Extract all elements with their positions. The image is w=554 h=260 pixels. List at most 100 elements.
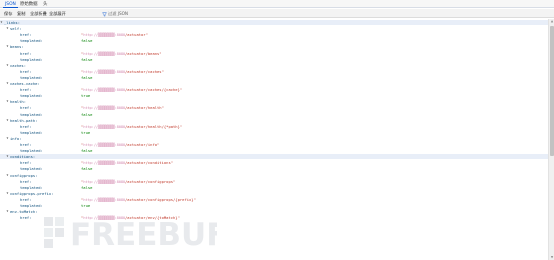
triangle-down-icon[interactable]: ▼ bbox=[7, 81, 9, 86]
json-bool-value: false bbox=[81, 38, 93, 44]
json-row: href: "http://▒▒▒▒▒▒▒▒:8080/actuator/cach… bbox=[0, 87, 548, 92]
json-key: templated: bbox=[20, 203, 43, 208]
url-path: /actuator/configprops/{prefix}" bbox=[125, 196, 196, 202]
filter-placeholder: 过滤 JSON bbox=[108, 11, 129, 16]
json-row: templated: false bbox=[0, 75, 548, 80]
json-row: templated: false bbox=[0, 57, 548, 62]
json-row[interactable]: ▼ caches-cache: bbox=[0, 81, 548, 86]
url-path: /actuator/caches/{cache}" bbox=[125, 87, 183, 93]
json-key: templated: bbox=[20, 129, 43, 135]
json-bool-value: false bbox=[81, 166, 93, 172]
triangle-down-icon[interactable]: ▼ bbox=[7, 63, 9, 68]
json-bool-value: true bbox=[81, 129, 91, 135]
json-row: href: "http://▒▒▒▒▒▒▒▒:8080/actuator" bbox=[0, 32, 548, 37]
json-key: caches: bbox=[10, 62, 27, 68]
json-bool-value: false bbox=[81, 111, 93, 117]
json-row[interactable]: ▼ caches: bbox=[0, 63, 548, 68]
json-row[interactable]: ▼ configprops-prefix: bbox=[0, 191, 548, 196]
json-key: href: bbox=[20, 215, 32, 221]
scroll-up-arrow-icon[interactable]: ▲ bbox=[549, 19, 554, 24]
json-row[interactable]: ▼ health: bbox=[0, 99, 548, 104]
json-row[interactable]: ▼ info: bbox=[0, 136, 548, 141]
json-key: info: bbox=[10, 135, 22, 141]
json-row[interactable]: ▼ conditions: bbox=[0, 154, 548, 160]
save-button[interactable]: 保存 bbox=[4, 11, 12, 17]
redacted-host: http://▒▒▒▒▒▒▒▒:8080 bbox=[83, 87, 126, 93]
redacted-host: http://▒▒▒▒▒▒▒▒:8080 bbox=[83, 32, 126, 38]
json-row[interactable]: ▼ env-toMatch: bbox=[0, 209, 548, 214]
filter-json-input[interactable]: 过滤 JSON bbox=[102, 11, 128, 17]
json-row[interactable]: ▼ configprops: bbox=[0, 173, 548, 178]
json-key: templated: bbox=[20, 111, 43, 117]
triangle-down-icon[interactable]: ▼ bbox=[1, 20, 3, 25]
triangle-down-icon[interactable]: ▼ bbox=[7, 136, 9, 141]
json-row: templated: false bbox=[0, 38, 548, 43]
json-row[interactable]: ▼ self: bbox=[0, 26, 548, 31]
json-string-value: "http://▒▒▒▒▒▒▒▒:8080/actuator/health" bbox=[81, 105, 164, 110]
vertical-scrollbar[interactable]: ▲ ▼ bbox=[548, 19, 554, 260]
json-key: href: bbox=[20, 178, 32, 184]
json-row[interactable]: ▼ health-path: bbox=[0, 118, 548, 123]
redacted-host: http://▒▒▒▒▒▒▒▒:8080 bbox=[83, 215, 126, 221]
json-key: configprops-prefix: bbox=[10, 190, 54, 196]
tab-raw-data[interactable]: 原始数据 bbox=[18, 1, 40, 8]
tab-headers[interactable]: 头 bbox=[41, 1, 49, 8]
triangle-down-icon[interactable]: ▼ bbox=[7, 154, 9, 159]
triangle-down-icon[interactable]: ▼ bbox=[7, 118, 9, 123]
url-path: /actuator/configprops" bbox=[125, 178, 176, 184]
url-path: /actuator/caches" bbox=[125, 68, 164, 74]
json-string-value: "http://▒▒▒▒▒▒▒▒:8080/actuator/caches" bbox=[81, 69, 164, 74]
redacted-host: http://▒▒▒▒▒▒▒▒:8080 bbox=[83, 178, 126, 184]
json-key: self: bbox=[10, 26, 22, 32]
json-row[interactable]: ▼ _links: bbox=[0, 20, 548, 25]
json-row: templated: false bbox=[0, 112, 548, 117]
json-string-value: "http://▒▒▒▒▒▒▒▒:8080/actuator/env/{toMa… bbox=[81, 215, 180, 220]
triangle-down-icon[interactable]: ▼ bbox=[7, 173, 9, 178]
redacted-host: http://▒▒▒▒▒▒▒▒:8080 bbox=[83, 68, 126, 74]
json-row[interactable]: ▼ beans: bbox=[0, 44, 548, 49]
viewer-tab-bar: JSON 原始数据 头 bbox=[0, 0, 554, 8]
tab-json[interactable]: JSON bbox=[3, 1, 18, 8]
json-string-value: "http://▒▒▒▒▒▒▒▒:8080/actuator/health/{*… bbox=[81, 124, 182, 129]
redacted-host: http://▒▒▒▒▒▒▒▒:8080 bbox=[83, 105, 126, 111]
redacted-host: http://▒▒▒▒▒▒▒▒:8080 bbox=[83, 50, 126, 56]
json-key: href: bbox=[20, 87, 32, 93]
json-key: templated: bbox=[20, 148, 43, 154]
json-string-value: "http://▒▒▒▒▒▒▒▒:8080/actuator/info" bbox=[81, 142, 159, 147]
json-string-value: "http://▒▒▒▒▒▒▒▒:8080/actuator" bbox=[81, 32, 148, 37]
json-bool-value: false bbox=[81, 184, 93, 190]
url-path: /actuator/health/{*path}" bbox=[125, 123, 183, 129]
json-key: beans: bbox=[10, 44, 24, 50]
json-row: href: "http://▒▒▒▒▒▒▒▒:8080/actuator/heal… bbox=[0, 105, 548, 110]
json-string-value: "http://▒▒▒▒▒▒▒▒:8080/actuator/beans" bbox=[81, 51, 162, 56]
json-key: templated: bbox=[20, 184, 43, 190]
json-key: caches-cache: bbox=[10, 81, 40, 86]
json-tree-viewer: ▼ _links: ▼ self: href: "http://▒▒▒▒▒▒▒▒:8080… bbox=[0, 19, 548, 260]
json-bool-value: false bbox=[81, 148, 93, 154]
json-key: href: bbox=[20, 68, 32, 74]
triangle-down-icon[interactable]: ▼ bbox=[7, 191, 9, 196]
json-string-value: "http://▒▒▒▒▒▒▒▒:8080/actuator/condition… bbox=[81, 160, 173, 165]
triangle-down-icon[interactable]: ▼ bbox=[7, 99, 9, 104]
triangle-down-icon[interactable]: ▼ bbox=[7, 26, 9, 31]
collapse-all-button[interactable]: 全部折叠 bbox=[30, 11, 47, 17]
copy-button[interactable]: 复制 bbox=[17, 11, 25, 17]
json-key: configprops: bbox=[10, 172, 38, 178]
json-key: health-path: bbox=[10, 117, 38, 123]
scroll-down-arrow-icon[interactable]: ▼ bbox=[549, 255, 554, 260]
json-key: href: bbox=[20, 105, 32, 111]
redacted-host: http://▒▒▒▒▒▒▒▒:8080 bbox=[83, 160, 126, 166]
json-key: conditions: bbox=[10, 154, 36, 160]
json-bool-value: false bbox=[81, 56, 93, 62]
url-path: /actuator" bbox=[125, 32, 148, 38]
json-key: templated: bbox=[20, 93, 43, 99]
json-row: href: "http://▒▒▒▒▒▒▒▒:8080/actuator/conf… bbox=[0, 179, 548, 184]
json-key: health: bbox=[10, 99, 27, 105]
json-key: templated: bbox=[20, 38, 43, 44]
triangle-down-icon[interactable]: ▼ bbox=[7, 209, 9, 214]
json-row: templated: true bbox=[0, 130, 548, 135]
scrollbar-thumb[interactable] bbox=[550, 26, 554, 156]
triangle-down-icon[interactable]: ▼ bbox=[7, 44, 9, 49]
json-row: templated: false bbox=[0, 148, 548, 153]
expand-all-button[interactable]: 全部展开 bbox=[49, 11, 66, 17]
